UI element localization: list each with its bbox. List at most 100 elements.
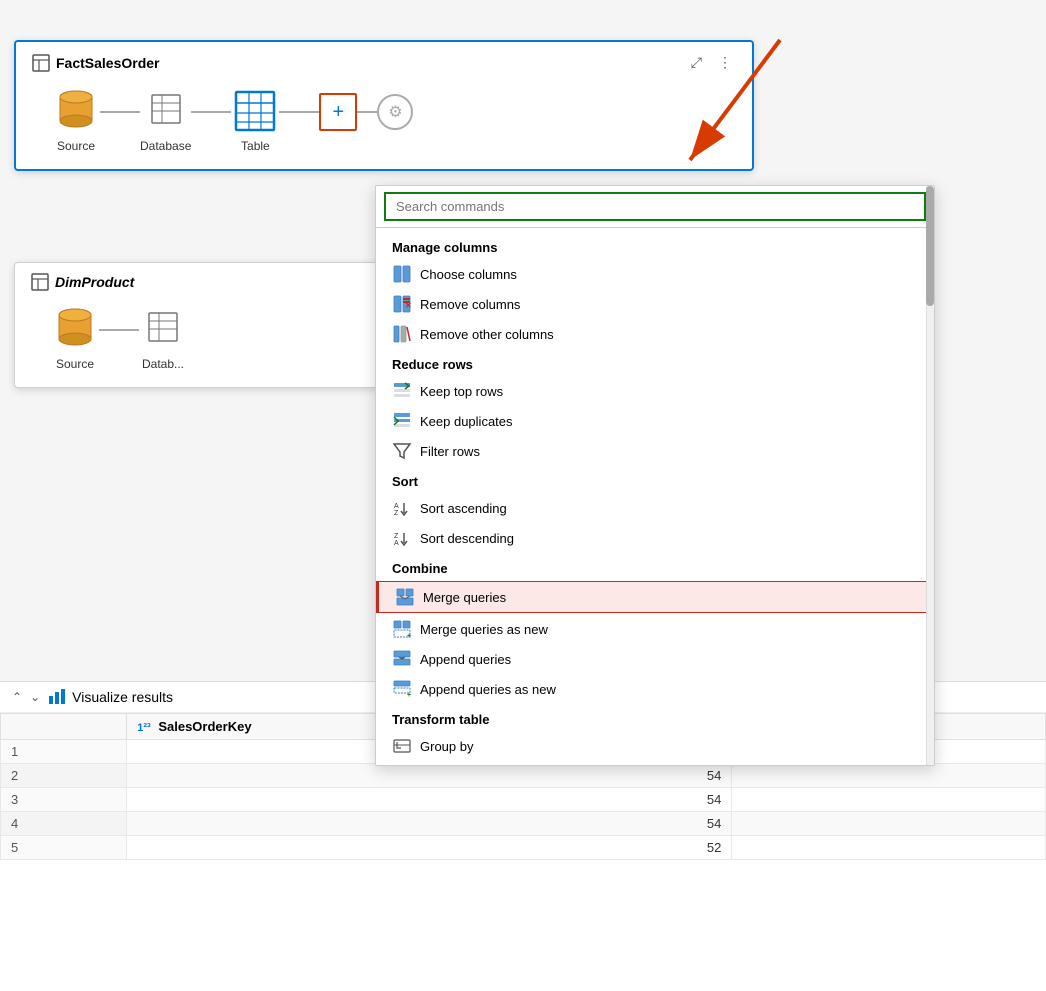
combine-header: Combine: [376, 553, 934, 580]
append-queries-new-label: Append queries as new: [420, 682, 556, 697]
merge-queries-new-item[interactable]: + Merge queries as new: [376, 614, 934, 644]
remove-other-columns-label: Remove other columns: [420, 327, 554, 342]
dim-table-icon: [31, 273, 49, 291]
arrow-3: [279, 111, 319, 113]
remove-columns-icon: ✕: [392, 294, 412, 314]
choose-columns-icon: [392, 264, 412, 284]
scrollbar-thumb[interactable]: [926, 186, 934, 306]
merge-queries-icon: [395, 587, 415, 607]
svg-text:+: +: [407, 692, 411, 698]
sort-ascending-icon: A Z: [392, 498, 412, 518]
svg-text:A: A: [394, 503, 399, 510]
fact-sales-order-card: FactSalesOrder ⤢ ⋮ Source: [14, 40, 754, 171]
database-label: Database: [140, 139, 191, 153]
append-queries-new-icon: +: [392, 679, 412, 699]
group-by-icon: [392, 736, 412, 756]
keep-top-rows-icon: [392, 381, 412, 401]
filter-rows-item[interactable]: Filter rows: [376, 436, 934, 466]
table-step-icon: [231, 87, 279, 135]
pipeline-step-database: Database: [140, 87, 191, 153]
row-5-key: 52: [127, 836, 732, 860]
collapse-button[interactable]: ⤢: [687, 52, 706, 73]
remove-columns-label: Remove columns: [420, 297, 520, 312]
visualize-results-label: Visualize results: [72, 689, 173, 705]
keep-top-rows-item[interactable]: Keep top rows: [376, 376, 934, 406]
svg-text:+: +: [407, 633, 411, 638]
svg-text:Z: Z: [394, 533, 399, 540]
row-num-1: 1: [1, 740, 127, 764]
row-num-header: [1, 714, 127, 740]
dropdown-content: Manage columns Choose columns ✕: [376, 228, 934, 765]
sort-descending-item[interactable]: Z A Sort descending: [376, 523, 934, 553]
sort-ascending-label: Sort ascending: [420, 501, 507, 516]
commands-dropdown: Manage columns Choose columns ✕: [375, 185, 935, 766]
table-label: Table: [241, 139, 270, 153]
table-row: 2 54: [1, 764, 1046, 788]
append-queries-icon: [392, 649, 412, 669]
row-5-extra: [732, 836, 1046, 860]
bar-chart-icon: [48, 688, 66, 706]
remove-other-columns-icon: [392, 324, 412, 344]
database-step-icon: [142, 87, 190, 135]
row-2-extra: [732, 764, 1046, 788]
row-3-extra: [732, 788, 1046, 812]
table-row: 3 54: [1, 788, 1046, 812]
dim-pipeline: Source Datab...: [31, 301, 367, 375]
remove-other-columns-item[interactable]: Remove other columns: [376, 319, 934, 349]
dim-database-label: Datab...: [142, 357, 184, 371]
pipeline-step-table: Table: [231, 87, 279, 153]
fact-card-title: FactSalesOrder: [32, 54, 160, 72]
choose-columns-item[interactable]: Choose columns: [376, 259, 934, 289]
group-by-item[interactable]: Group by: [376, 731, 934, 761]
group-by-label: Group by: [420, 739, 473, 754]
column-type-icon: 1²³: [137, 722, 150, 734]
more-options-button[interactable]: ⋮: [714, 52, 736, 73]
row-num-3: 3: [1, 788, 127, 812]
row-num-2: 2: [1, 764, 127, 788]
search-input[interactable]: [384, 192, 926, 221]
collapse-down-button[interactable]: ⌄: [30, 690, 40, 704]
visualize-results-button[interactable]: Visualize results: [48, 688, 173, 706]
scrollbar-track: [926, 186, 934, 765]
table-row: 4 54: [1, 812, 1046, 836]
gear-settings-icon[interactable]: ⚙: [377, 94, 413, 130]
sort-descending-icon: Z A: [392, 528, 412, 548]
filter-rows-icon: [392, 441, 412, 461]
merge-queries-new-icon: +: [392, 619, 412, 639]
remove-columns-item[interactable]: ✕ Remove columns: [376, 289, 934, 319]
arrow-4: [357, 111, 377, 113]
svg-text:A: A: [394, 540, 399, 547]
merge-queries-label: Merge queries: [423, 590, 506, 605]
sort-ascending-item[interactable]: A Z Sort ascending: [376, 493, 934, 523]
append-queries-item[interactable]: Append queries: [376, 644, 934, 674]
reduce-rows-header: Reduce rows: [376, 349, 934, 376]
fact-pipeline: Source Database: [32, 83, 736, 157]
row-4-extra: [732, 812, 1046, 836]
row-num-4: 4: [1, 812, 127, 836]
sort-descending-label: Sort descending: [420, 531, 514, 546]
keep-duplicates-item[interactable]: Keep duplicates: [376, 406, 934, 436]
row-2-key: 54: [127, 764, 732, 788]
dim-arrow-1: [99, 329, 139, 331]
filter-rows-label: Filter rows: [420, 444, 480, 459]
append-queries-label: Append queries: [420, 652, 511, 667]
transform-table-header: Transform table: [376, 704, 934, 731]
keep-top-rows-label: Keep top rows: [420, 384, 503, 399]
collapse-up-button[interactable]: ⌃: [12, 690, 22, 704]
dim-pipeline-step-database: Datab...: [139, 305, 187, 371]
add-step-button[interactable]: +: [319, 93, 357, 131]
svg-text:Z: Z: [394, 510, 399, 517]
merge-queries-item[interactable]: Merge queries: [376, 581, 934, 613]
merge-queries-new-label: Merge queries as new: [420, 622, 548, 637]
source-step-icon: [52, 87, 100, 135]
append-queries-new-item[interactable]: + Append queries as new: [376, 674, 934, 704]
row-4-key: 54: [127, 812, 732, 836]
col-name-sales-order-key: SalesOrderKey: [158, 719, 251, 734]
manage-columns-header: Manage columns: [376, 232, 934, 259]
pipeline-step-source: Source: [52, 87, 100, 153]
dim-database-icon: [139, 305, 187, 353]
dim-source-icon: [51, 305, 99, 353]
choose-columns-label: Choose columns: [420, 267, 517, 282]
dim-product-card: DimProduct Source: [14, 262, 384, 388]
row-3-key: 54: [127, 788, 732, 812]
